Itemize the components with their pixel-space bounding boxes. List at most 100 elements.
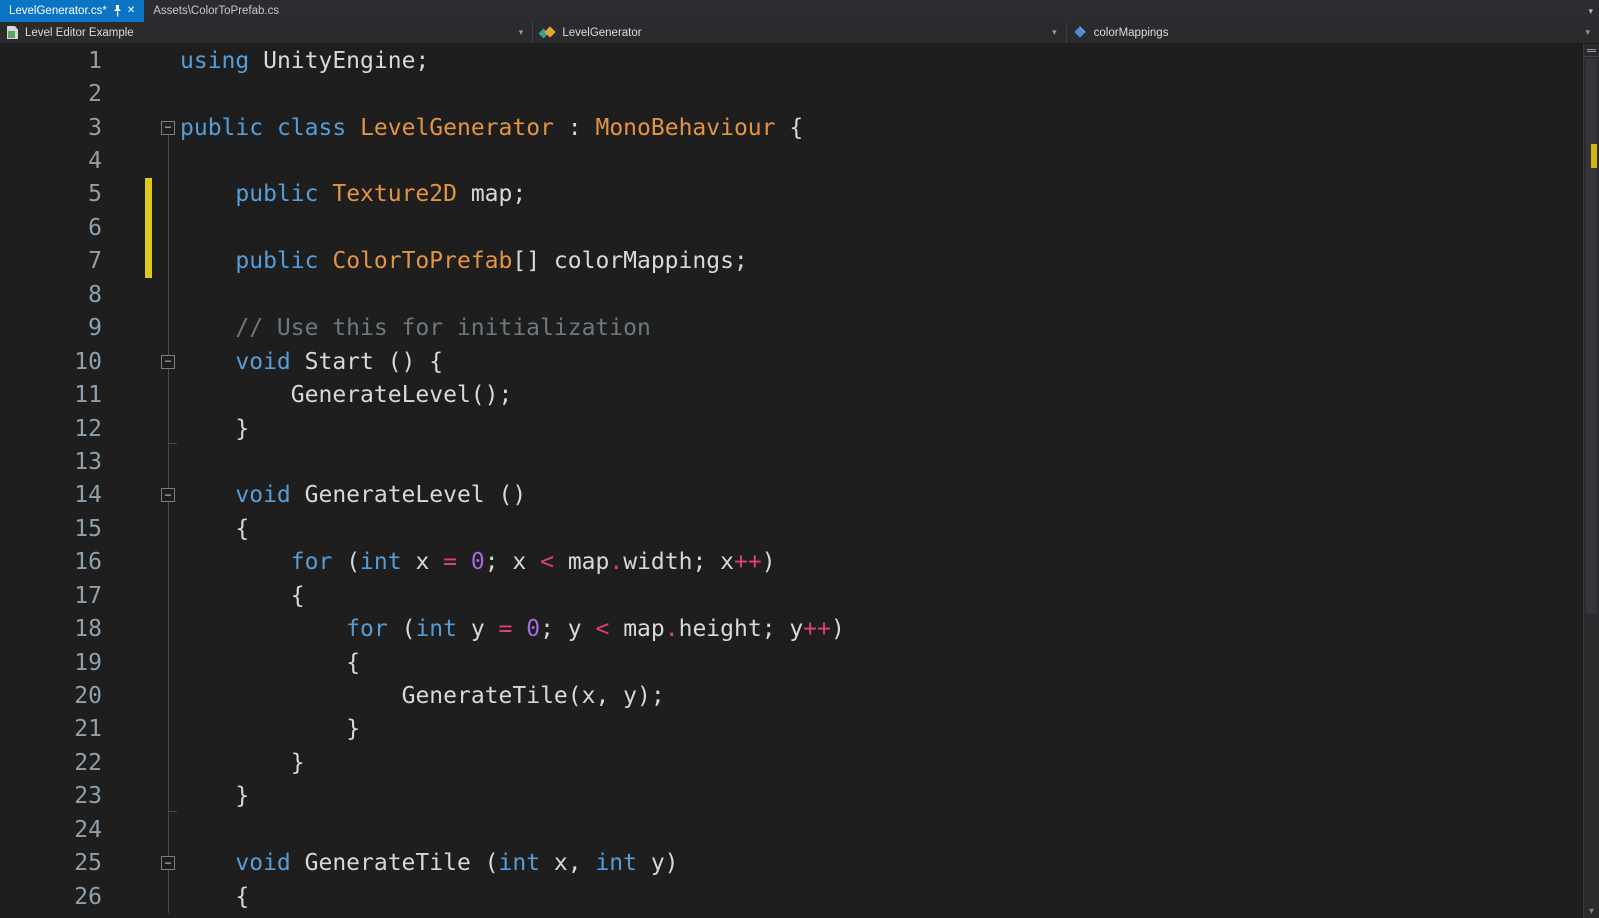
line-number: 13 [74,448,102,475]
fold-guide-line [168,813,169,847]
code-line[interactable]: } [180,750,1599,776]
code-token: map [553,549,610,576]
code-line[interactable]: } [180,783,1599,809]
code-line[interactable]: } [180,416,1599,442]
line-number: 11 [74,382,102,409]
scrollbar-down-arrow-icon[interactable]: ▾ [1584,906,1599,917]
code-line[interactable]: void Start () { [180,349,1599,375]
code-line[interactable]: GenerateTile(x, y); [180,683,1599,709]
line-number: 2 [88,81,102,108]
change-margin [110,144,152,177]
code-line[interactable]: } [180,716,1599,742]
code-line[interactable]: { [180,884,1599,910]
fold-margin: − [152,846,180,880]
fold-collapse-icon[interactable]: − [161,120,175,135]
member-dropdown[interactable]: colorMappings ▾ [1067,22,1599,43]
tab-colortoprefab[interactable]: Assets\ColorToPrefab.cs [144,0,288,22]
line-number: 21 [74,716,102,743]
code-token: [] colorMappings; [512,248,748,275]
code-line[interactable]: public class LevelGenerator : MonoBehavi… [180,115,1599,141]
code-token: MonoBehaviour [595,114,776,141]
change-margin [110,847,152,880]
close-icon[interactable]: ✕ [127,6,135,16]
change-margin [110,211,152,245]
code-line[interactable]: for (int y = 0; y < map.height; y++) [180,616,1599,642]
fold-margin [152,445,180,479]
code-line[interactable]: for (int x = 0; x < map.width; x++) [180,549,1599,575]
fold-margin [152,278,180,312]
line-number: 10 [74,348,102,375]
fold-margin: − [152,111,180,145]
code-editor[interactable]: 1 using UnityEngine; 2 3− public class Level… [0,44,1599,918]
vertical-scrollbar[interactable]: ▾ [1583,44,1599,918]
change-margin [110,612,152,645]
splitter-grip-icon[interactable] [1584,44,1599,57]
code-line[interactable]: public ColorToPrefab[] colorMappings; [180,248,1599,274]
code-token: { [346,649,361,676]
code-row: 17 { [0,579,1599,613]
fold-collapse-icon[interactable]: − [161,354,175,369]
code-line[interactable]: void GenerateTile (int x, int y) [180,850,1599,876]
fold-guide-line [168,512,169,546]
code-row: 19 { [0,645,1599,680]
change-margin [110,880,152,913]
change-margin [110,546,152,579]
line-number: 26 [74,883,102,910]
code-token: 0 [470,549,485,576]
change-margin [110,77,152,110]
line-number: 1 [88,47,102,74]
change-margin [110,813,152,846]
fold-margin [152,645,180,680]
change-margin [110,512,152,545]
code-token: LevelGenerator [360,114,554,141]
scrollbar-thumb[interactable] [1586,59,1597,614]
code-line[interactable]: using UnityEngine; [180,48,1599,74]
fold-guide-line [168,177,169,212]
fold-guide-line [168,311,169,345]
code-token: ( [387,616,416,643]
code-token: ColorToPrefab [332,248,513,275]
line-number: 7 [88,248,102,275]
change-margin [110,345,152,378]
class-dropdown[interactable]: LevelGenerator ▾ [533,22,1067,43]
code-token: ; x [484,549,541,576]
code-token: 0 [526,616,541,643]
code-line[interactable]: // Use this for initialization [180,315,1599,341]
fold-margin [152,545,180,579]
code-row: 13 [0,445,1599,479]
fold-collapse-icon[interactable]: − [161,488,175,503]
code-row: 5 public Texture2D map; [0,177,1599,212]
code-line[interactable]: { [180,516,1599,542]
code-token: : [553,114,596,141]
code-token: } [235,783,250,810]
fold-margin [152,177,180,212]
code-token: // Use this for initialization [235,315,651,342]
tab-levelgenerator[interactable]: LevelGenerator.cs* ✕ [0,0,145,22]
code-token: public [235,181,319,208]
chevron-down-icon: ▾ [518,27,524,37]
code-line[interactable]: GenerateLevel(); [180,382,1599,408]
code-token: width; x [623,549,734,576]
code-line[interactable]: public Texture2D map; [180,181,1599,207]
code-line[interactable]: { [180,583,1599,609]
code-line[interactable]: { [180,650,1599,676]
fold-guide-line [168,244,169,279]
fold-guide-line [168,746,169,780]
code-token: < [595,616,610,643]
line-number: 5 [88,181,102,208]
project-dropdown[interactable]: Level Editor Example ▾ [0,22,534,43]
pin-icon[interactable] [113,5,122,17]
tab-list-chevron-icon[interactable]: ▾ [1588,0,1593,22]
fold-end-tick [168,443,177,445]
code-token: y [456,616,499,643]
code-line[interactable]: void GenerateLevel () [180,482,1599,508]
csharp-file-icon [7,26,18,39]
code-row: 9 // Use this for initialization [0,311,1599,345]
code-row: 21} [0,712,1599,747]
fold-collapse-icon[interactable]: − [161,856,175,871]
change-indicator-bar [145,177,152,212]
code-row: 26 { [0,879,1599,914]
